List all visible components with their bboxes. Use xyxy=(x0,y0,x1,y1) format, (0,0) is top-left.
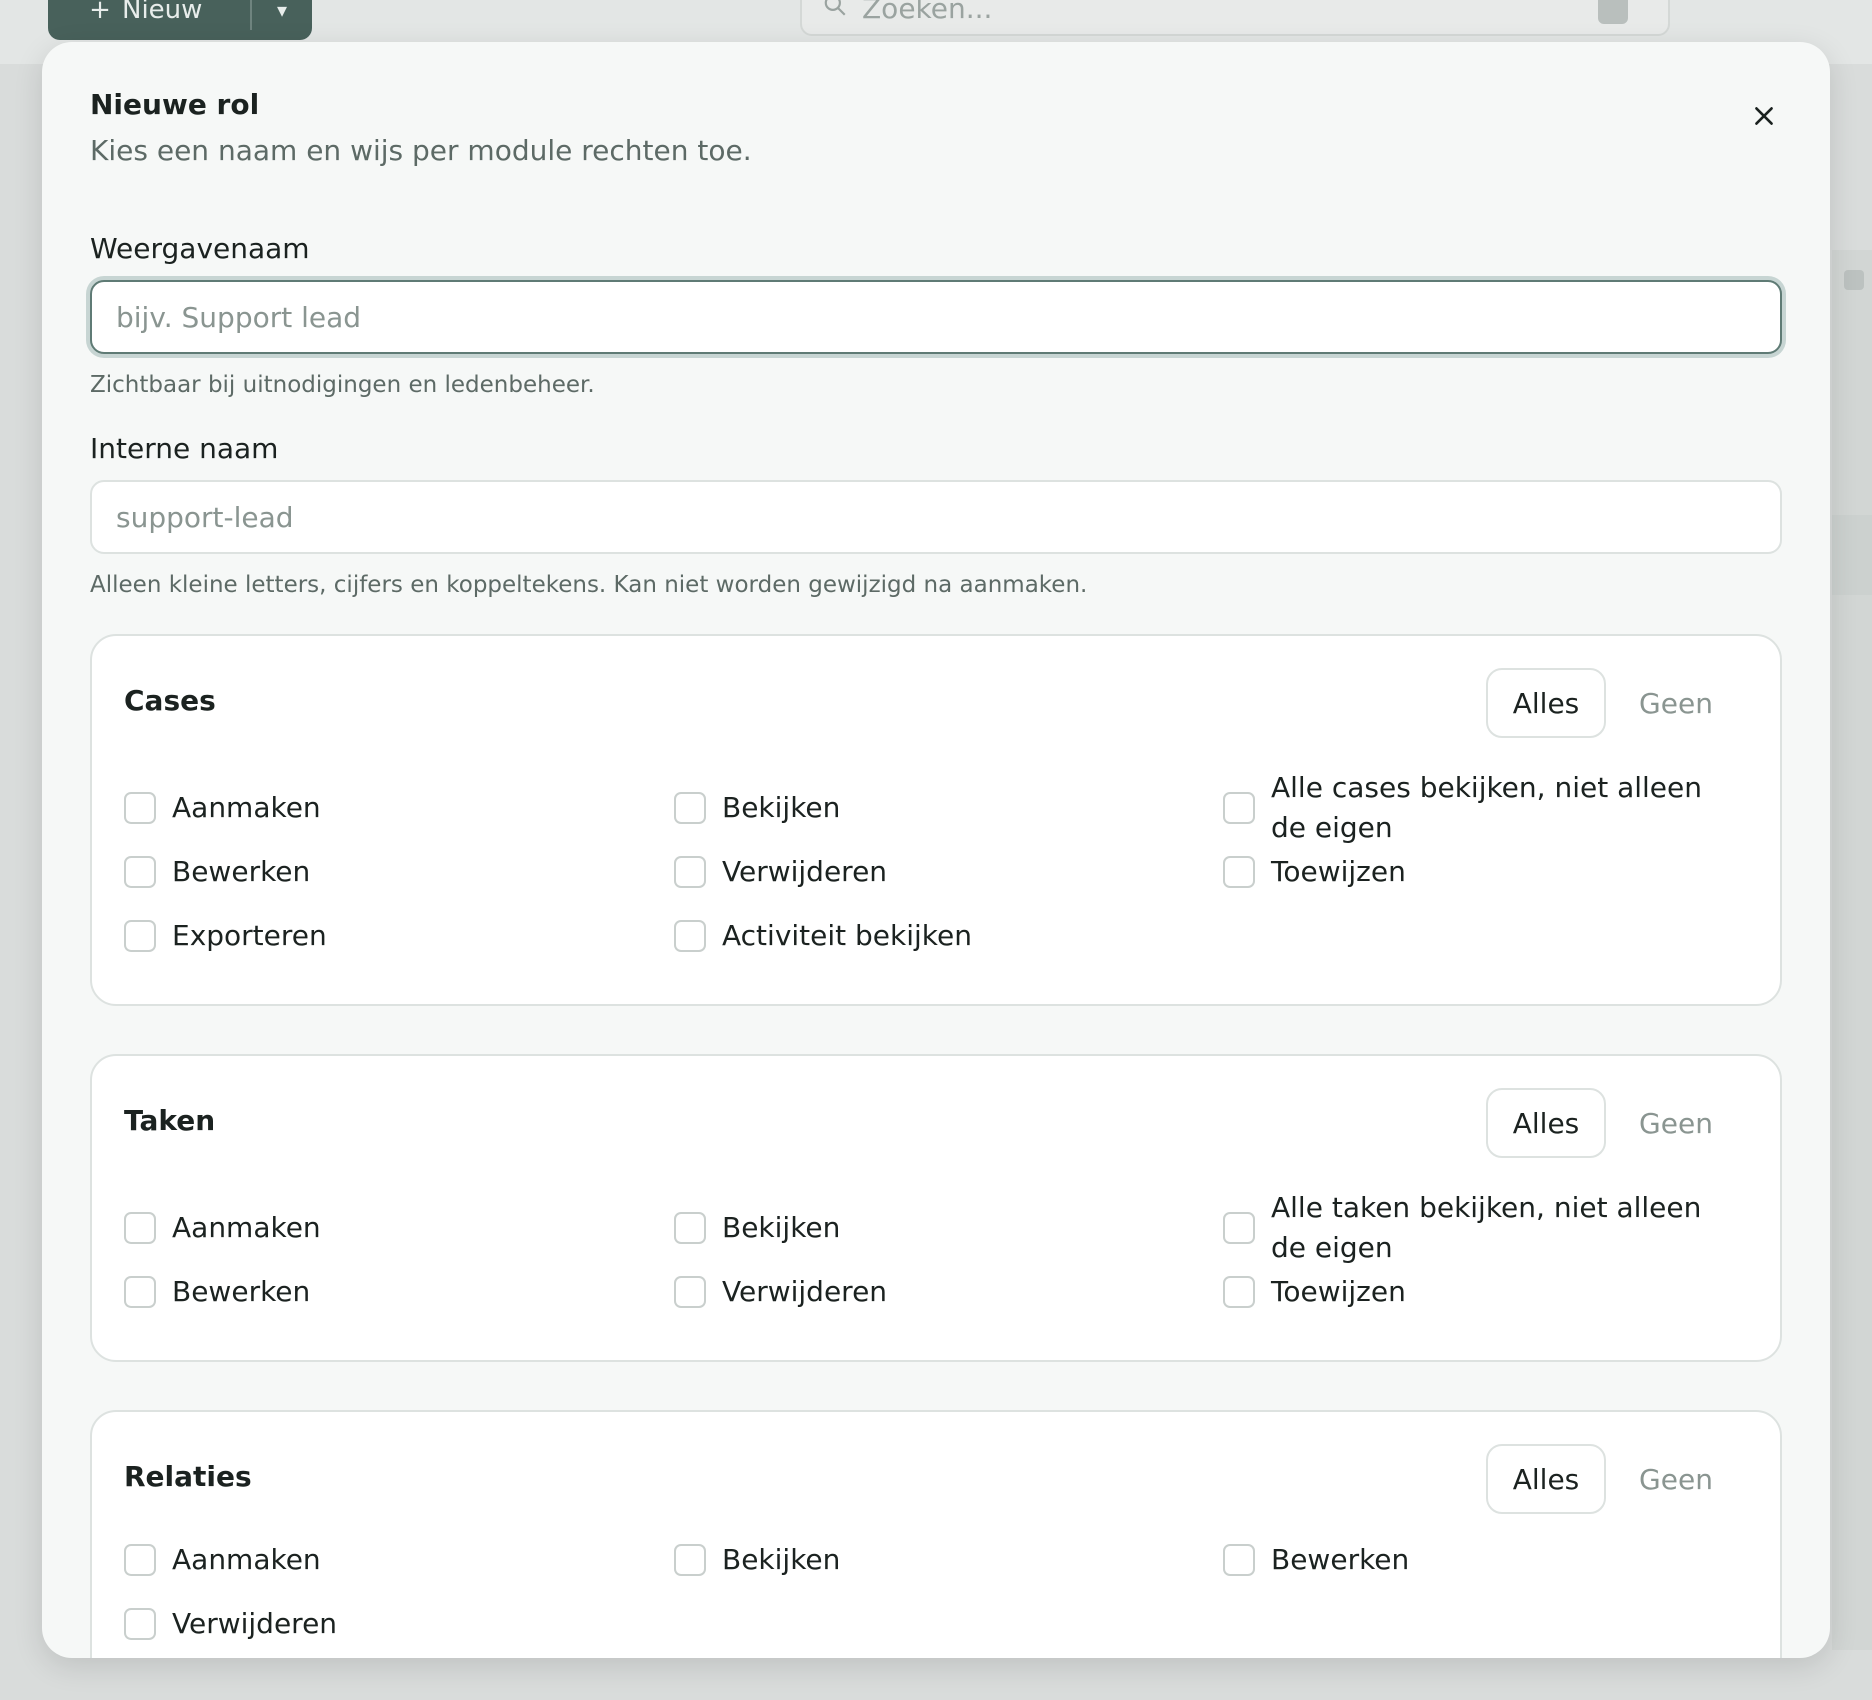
permission-label: Bekijken xyxy=(722,1543,841,1576)
permission-label: Toewijzen xyxy=(1271,855,1406,888)
permission-label: Verwijderen xyxy=(722,1275,888,1308)
search-icon xyxy=(822,0,848,25)
background-side-panel xyxy=(1832,250,1872,1650)
permission-label: Activiteit bekijken xyxy=(722,919,972,952)
checkbox[interactable] xyxy=(1223,856,1255,888)
checkbox[interactable] xyxy=(124,1276,156,1308)
permission-checkbox-item[interactable]: Exporteren xyxy=(124,916,327,956)
background-new-button-label: Nieuw xyxy=(122,0,203,25)
permission-checkbox-item[interactable]: Aanmaken xyxy=(124,1540,321,1580)
close-button[interactable] xyxy=(1742,94,1786,138)
permission-label: Aanmaken xyxy=(172,1543,321,1576)
select-none-button[interactable]: Geen xyxy=(1616,1088,1736,1158)
checkbox[interactable] xyxy=(674,1276,706,1308)
select-none-button[interactable]: Geen xyxy=(1616,1444,1736,1514)
permission-label: Aanmaken xyxy=(172,791,321,824)
permission-checkbox-item[interactable]: Bekijken xyxy=(674,1540,840,1580)
checkbox[interactable] xyxy=(124,920,156,952)
checkbox[interactable] xyxy=(124,856,156,888)
permission-label: Bewerken xyxy=(172,1275,311,1308)
background-search-placeholder: Zoeken... xyxy=(862,0,993,25)
checkbox[interactable] xyxy=(124,1544,156,1576)
checkbox[interactable] xyxy=(1223,1544,1255,1576)
permission-label: Aanmaken xyxy=(172,1211,321,1244)
checkbox[interactable] xyxy=(1223,792,1255,824)
module-title: Relaties xyxy=(124,1460,252,1493)
permission-checkbox-item[interactable]: Bewerken xyxy=(124,1272,310,1312)
checkbox[interactable] xyxy=(674,1544,706,1576)
permission-checkbox-item[interactable]: Bewerken xyxy=(124,852,310,892)
permission-checkbox-item[interactable]: Verwijderen xyxy=(124,1604,337,1644)
select-all-button[interactable]: Alles xyxy=(1486,1088,1606,1158)
permission-checkbox-item[interactable]: Aanmaken xyxy=(124,788,321,828)
checkbox[interactable] xyxy=(674,920,706,952)
background-mark xyxy=(1844,270,1864,290)
checkbox[interactable] xyxy=(674,792,706,824)
module-card-taken: Taken Alles Geen Aanmaken Bekijken Alle … xyxy=(90,1054,1782,1362)
select-all-button[interactable]: Alles xyxy=(1486,1444,1606,1514)
module-title: Taken xyxy=(124,1104,216,1137)
permission-label: Alle taken bekijken, niet alleen de eige… xyxy=(1271,1191,1702,1264)
checkbox[interactable] xyxy=(124,792,156,824)
permission-checkbox-item[interactable]: Bekijken xyxy=(674,1208,840,1248)
plus-icon: + xyxy=(89,0,111,25)
display-name-input[interactable] xyxy=(90,280,1782,354)
select-all-button[interactable]: Alles xyxy=(1486,668,1606,738)
permission-checkbox-item[interactable]: Verwijderen xyxy=(674,852,887,892)
display-name-label: Weergavenaam xyxy=(90,232,310,265)
permission-checkbox-item[interactable]: Aanmaken xyxy=(124,1208,321,1248)
internal-name-label: Interne naam xyxy=(90,432,279,465)
internal-name-hint: Alleen kleine letters, cijfers en koppel… xyxy=(90,572,1088,598)
close-icon xyxy=(1755,107,1773,125)
permission-checkbox-item[interactable]: Bekijken xyxy=(674,788,840,828)
new-role-dialog: Nieuwe rol Kies een naam en wijs per mod… xyxy=(42,42,1830,1658)
permission-label: Alle cases bekijken, niet alleen de eige… xyxy=(1271,771,1703,844)
permission-checkbox-item[interactable]: Activiteit bekijken xyxy=(674,916,972,956)
dialog-title: Nieuwe rol xyxy=(90,88,260,121)
permission-checkbox-item[interactable]: Toewijzen xyxy=(1223,1272,1406,1312)
select-none-button[interactable]: Geen xyxy=(1616,668,1736,738)
permission-label: Toewijzen xyxy=(1271,1275,1406,1308)
permission-checkbox-item[interactable]: Verwijderen xyxy=(674,1272,887,1312)
background-block xyxy=(1832,515,1872,595)
permission-label: Bekijken xyxy=(722,1211,841,1244)
background-new-button: + Nieuw ▾ xyxy=(48,0,312,40)
dialog-subtitle: Kies een naam en wijs per module rechten… xyxy=(90,134,752,167)
checkbox[interactable] xyxy=(124,1608,156,1640)
module-title: Cases xyxy=(124,684,216,717)
permission-checkbox-item[interactable]: Alle cases bekijken, niet alleen de eige… xyxy=(1223,768,1741,848)
background-search: Zoeken... xyxy=(800,0,1670,36)
checkbox[interactable] xyxy=(1223,1212,1255,1244)
display-name-hint: Zichtbaar bij uitnodigingen en ledenbehe… xyxy=(90,372,595,398)
permission-label: Bewerken xyxy=(1271,1543,1410,1576)
permission-label: Exporteren xyxy=(172,919,327,952)
module-card-relaties: Relaties Alles Geen Aanmaken Bekijken Be… xyxy=(90,1410,1782,1658)
permission-checkbox-item[interactable]: Bewerken xyxy=(1223,1540,1409,1580)
permission-label: Bewerken xyxy=(172,855,311,888)
checkbox[interactable] xyxy=(124,1212,156,1244)
checkbox[interactable] xyxy=(1223,1276,1255,1308)
permission-label: Verwijderen xyxy=(172,1607,338,1640)
keyboard-shortcut-badge xyxy=(1598,0,1628,24)
checkbox[interactable] xyxy=(674,856,706,888)
module-card-cases: Cases Alles Geen Aanmaken Bekijken Alle … xyxy=(90,634,1782,1006)
permission-checkbox-item[interactable]: Alle taken bekijken, niet alleen de eige… xyxy=(1223,1188,1741,1268)
permission-label: Bekijken xyxy=(722,791,841,824)
permission-label: Verwijderen xyxy=(722,855,888,888)
checkbox[interactable] xyxy=(674,1212,706,1244)
chevron-down-icon: ▾ xyxy=(276,0,288,22)
permission-checkbox-item[interactable]: Toewijzen xyxy=(1223,852,1406,892)
internal-name-input[interactable] xyxy=(90,480,1782,554)
